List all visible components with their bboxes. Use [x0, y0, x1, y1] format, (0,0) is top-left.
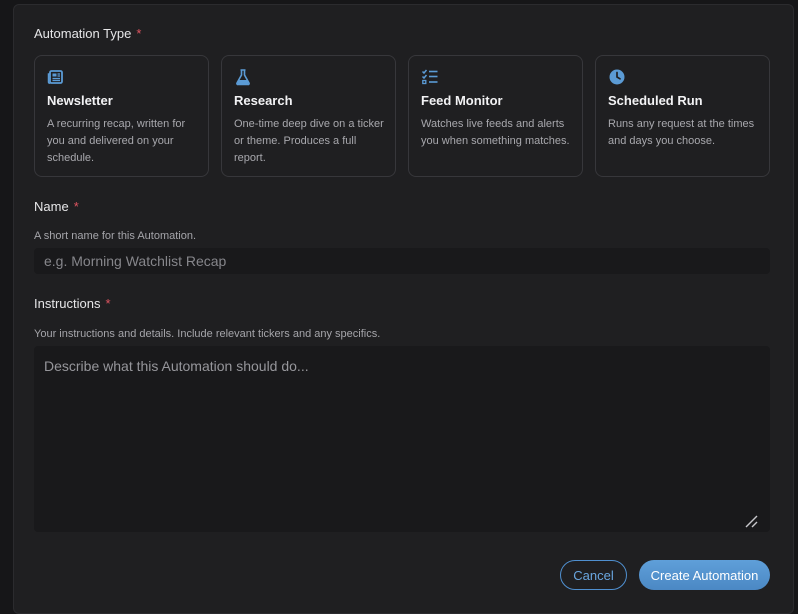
resize-handle-icon[interactable]	[744, 514, 758, 528]
name-hint: A short name for this Automation.	[34, 230, 197, 242]
required-mark: *	[105, 296, 111, 311]
flask-icon	[236, 69, 250, 86]
type-card-research[interactable]: Research One-time deep dive on a ticker …	[221, 55, 396, 177]
type-card-title: Feed Monitor	[421, 93, 503, 108]
type-card-description: Watches live feeds and alerts you when s…	[421, 118, 570, 147]
create-automation-button[interactable]: Create Automation	[639, 560, 770, 590]
type-card-newsletter[interactable]: Newsletter A recurring recap, written fo…	[34, 55, 209, 177]
type-card-title: Scheduled Run	[608, 93, 703, 108]
automation-type-label: Automation Type *	[34, 26, 142, 41]
type-card-description: Runs any request at the times and days y…	[608, 118, 755, 147]
automation-type-options: Newsletter A recurring recap, written fo…	[34, 55, 770, 177]
checklist-icon	[421, 69, 438, 85]
type-card-description: One-time deep dive on a ticker or theme.…	[234, 118, 384, 164]
instructions-label: Instructions *	[34, 296, 111, 311]
name-input[interactable]	[34, 248, 770, 274]
type-card-description: A recurring recap, written for you and d…	[47, 118, 186, 164]
instructions-textarea[interactable]	[34, 346, 770, 532]
required-mark: *	[73, 199, 79, 214]
type-card-title: Research	[234, 93, 293, 108]
clock-icon	[609, 69, 625, 85]
name-label: Name *	[34, 199, 79, 214]
cancel-button[interactable]: Cancel	[560, 560, 627, 590]
newspaper-icon	[47, 70, 63, 84]
type-card-title: Newsletter	[47, 93, 113, 108]
type-card-scheduled-run[interactable]: Scheduled Run Runs any request at the ti…	[595, 55, 770, 177]
instructions-hint: Your instructions and details. Include r…	[34, 328, 381, 340]
required-mark: *	[136, 26, 142, 41]
type-card-feed-monitor[interactable]: Feed Monitor Watches live feeds and aler…	[408, 55, 583, 177]
